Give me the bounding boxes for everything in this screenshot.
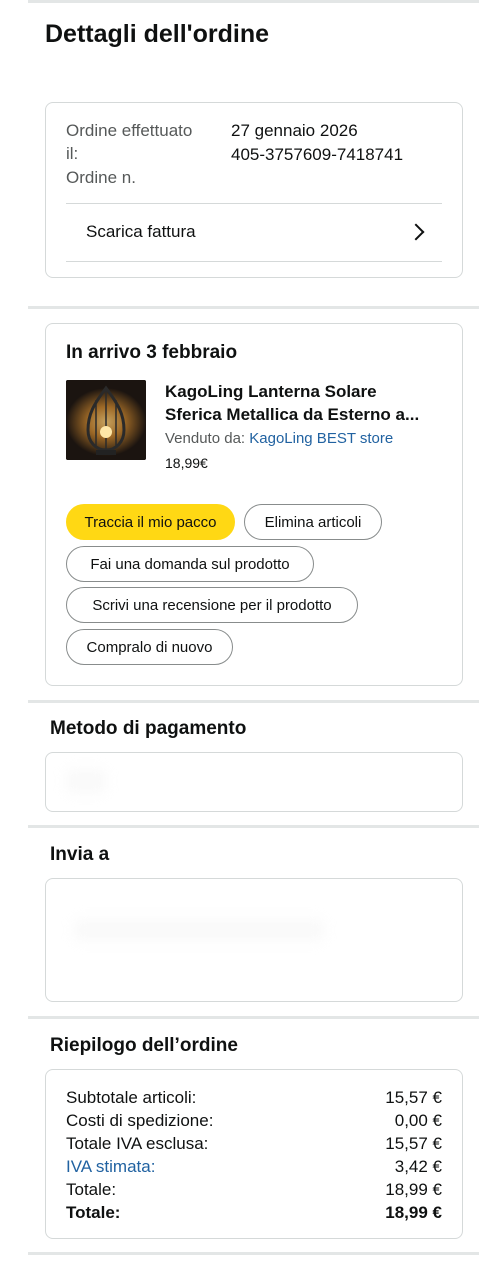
order-number-label: Ordine n.	[66, 168, 136, 187]
order-number-value: 405-3757609-7418741	[231, 145, 404, 164]
sold-by: Venduto da: KagoLing BEST store	[165, 430, 393, 447]
page-title: Dettagli dell'ordine	[45, 20, 270, 48]
redacted-address	[74, 919, 324, 941]
payment-method-heading: Metodo di pagamento	[50, 718, 247, 739]
summary-row-subtotal: Subtotale articoli: 15,57 €	[66, 1086, 442, 1109]
redacted-payment	[66, 769, 106, 793]
payment-method-card[interactable]	[45, 752, 463, 812]
order-date-value: 27 gennaio 2026	[231, 121, 358, 140]
product-title[interactable]: KagoLing Lanterna Solare Sferica Metalli…	[165, 380, 450, 426]
summary-label: Totale:	[66, 1180, 117, 1199]
product-title-line1: KagoLing Lanterna Solare	[165, 382, 377, 401]
summary-value: 18,99 €	[385, 1203, 442, 1222]
summary-row-shipping: Costi di spedizione: 0,00 €	[66, 1109, 442, 1132]
order-summary-card: Subtotale articoli: 15,57 € Costi di spe…	[45, 1069, 463, 1239]
sold-by-label: Venduto da:	[165, 430, 246, 447]
delivery-heading: In arrivo 3 febbraio	[66, 342, 238, 363]
ship-to-heading: Invia a	[50, 844, 110, 865]
write-review-button[interactable]: Scrivi una recensione per il prodotto	[66, 587, 358, 623]
order-info-card: Ordine effettuato il: 27 gennaio 2026 Or…	[45, 102, 463, 278]
estimated-vat-link[interactable]: IVA stimata:	[66, 1155, 155, 1178]
lantern-image-icon	[66, 380, 146, 460]
product-title-line2: Sferica Metallica da Esterno a...	[165, 405, 420, 424]
order-summary-heading: Riepilogo dell’ordine	[50, 1035, 238, 1056]
track-package-button[interactable]: Traccia il mio pacco	[66, 504, 235, 540]
seller-link[interactable]: KagoLing BEST store	[249, 430, 393, 447]
summary-value: 15,57 €	[385, 1134, 442, 1153]
section-separator	[28, 700, 479, 703]
summary-value: 3,42 €	[394, 1157, 442, 1176]
bottom-separator	[28, 1252, 479, 1255]
summary-row-vat: IVA stimata: 3,42 €	[66, 1155, 442, 1178]
section-separator	[28, 306, 479, 309]
summary-value: 18,99 €	[385, 1180, 442, 1199]
section-separator	[28, 825, 479, 828]
product-image[interactable]	[66, 380, 146, 460]
summary-value: 15,57 €	[385, 1088, 442, 1107]
card-divider-bottom	[66, 261, 442, 262]
chevron-right-icon	[407, 223, 425, 241]
download-invoice-label: Scarica fattura	[86, 222, 196, 241]
summary-label: Totale IVA esclusa:	[66, 1134, 209, 1153]
summary-value: 0,00 €	[394, 1111, 442, 1130]
summary-label: Costi di spedizione:	[66, 1111, 214, 1130]
ask-question-button[interactable]: Fai una domanda sul prodotto	[66, 546, 314, 582]
summary-row-total: Totale: 18,99 €	[66, 1178, 442, 1201]
summary-label: Subtotale articoli:	[66, 1088, 197, 1107]
product-price: 18,99€	[165, 455, 208, 471]
ship-to-card	[45, 878, 463, 1002]
section-separator	[28, 1016, 479, 1019]
summary-row-grand-total: Totale: 18,99 €	[66, 1201, 442, 1224]
download-invoice-row[interactable]: Scarica fattura	[66, 203, 442, 261]
shipment-card: In arrivo 3 febbraio KagoLing Lanterna S…	[45, 323, 463, 686]
order-date-label: Ordine effettuato il:	[66, 121, 193, 163]
summary-label: Totale:	[66, 1203, 121, 1222]
top-separator	[28, 0, 479, 3]
buy-again-button[interactable]: Compralo di nuovo	[66, 629, 233, 665]
delete-items-button[interactable]: Elimina articoli	[244, 504, 382, 540]
summary-row-net-total: Totale IVA esclusa: 15,57 €	[66, 1132, 442, 1155]
